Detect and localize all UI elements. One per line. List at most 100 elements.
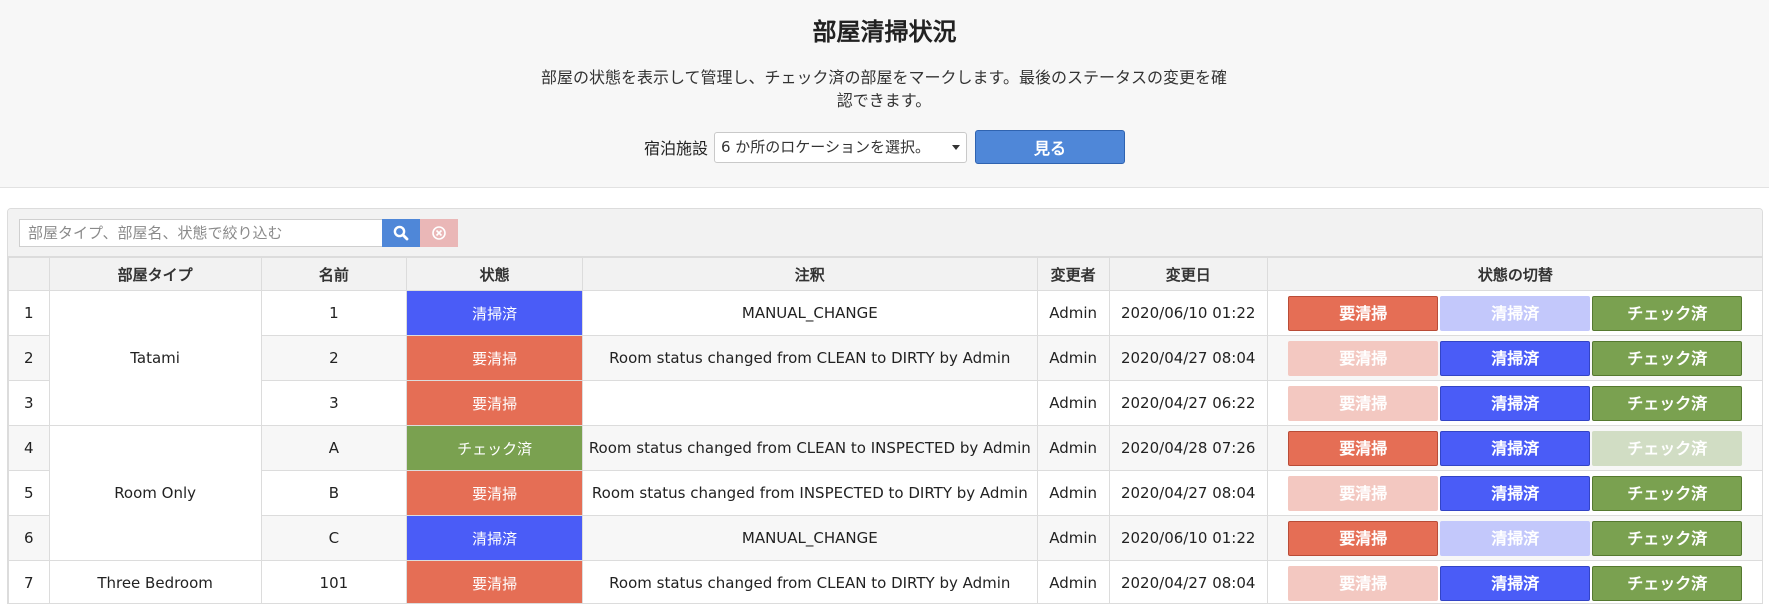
status-badge: 要清掃	[406, 380, 584, 426]
column-header-index	[8, 257, 50, 291]
changed-by-cell: Admin	[1036, 515, 1110, 561]
changed-date-cell: 2020/04/27 08:04	[1108, 560, 1268, 603]
set-dirty-button[interactable]: 要清掃	[1288, 520, 1439, 556]
set-clean-button[interactable]: 清掃済	[1440, 565, 1591, 601]
set-dirty-button[interactable]: 要清掃	[1288, 295, 1439, 331]
room-status-panel: 部屋タイプ 名前 状態 注釈 変更者 変更日 状態の切替 1Tatami1清掃済…	[7, 208, 1763, 604]
set-inspected-button[interactable]: チェック済	[1592, 295, 1743, 331]
table-toolbar	[8, 209, 1762, 257]
row-number: 7	[8, 560, 50, 603]
set-dirty-button[interactable]: 要清掃	[1288, 430, 1439, 466]
column-header-status-toggle: 状態の切替	[1266, 257, 1762, 291]
status-badge: 要清掃	[406, 470, 584, 516]
view-button[interactable]: 見る	[975, 130, 1125, 164]
column-header-changed-date[interactable]: 変更日	[1108, 257, 1268, 291]
changed-by-cell: Admin	[1036, 470, 1110, 516]
status-toggle-cell: 要清掃 清掃済 チェック済	[1266, 380, 1762, 426]
column-header-status[interactable]: 状態	[406, 257, 584, 291]
note-cell: Room status changed from CLEAN to INSPEC…	[582, 425, 1038, 471]
page-title: 部屋清掃状況	[812, 18, 957, 46]
room-name-cell: A	[260, 425, 408, 471]
clear-icon	[432, 226, 446, 240]
column-header-name[interactable]: 名前	[260, 257, 408, 291]
set-inspected-button: チェック済	[1592, 430, 1743, 466]
set-inspected-button[interactable]: チェック済	[1592, 385, 1743, 421]
changed-date-cell: 2020/04/27 06:22	[1108, 380, 1268, 426]
set-dirty-button: 要清掃	[1288, 385, 1439, 421]
row-number: 2	[8, 335, 50, 381]
room-type-cell: Tatami	[48, 290, 262, 426]
set-inspected-button[interactable]: チェック済	[1592, 565, 1743, 601]
room-status-table: 部屋タイプ 名前 状態 注釈 変更者 変更日 状態の切替 1 Tatami 1 清掃済…	[8, 257, 1762, 603]
room-type-cell: Room Only	[48, 425, 262, 561]
set-dirty-button: 要清掃	[1288, 475, 1439, 511]
room-name-cell: 3	[260, 380, 408, 426]
row-number: 4	[8, 425, 50, 471]
note-cell: MANUAL_CHANGE	[582, 290, 1038, 336]
set-dirty-button: 要清掃	[1288, 565, 1439, 601]
changed-date-cell: 2020/06/10 01:22	[1108, 290, 1268, 336]
status-badge: 清掃済	[406, 515, 584, 561]
search-input[interactable]	[19, 219, 382, 247]
clear-search-button[interactable]	[420, 219, 458, 247]
status-toggle-cell: 要清掃 清掃済 チェック済	[1266, 515, 1762, 561]
changed-date-cell: 2020/06/10 01:22	[1108, 515, 1268, 561]
room-name-cell: 1	[260, 290, 408, 336]
property-filter-label: 宿泊施設	[643, 139, 708, 158]
changed-by-cell: Admin	[1036, 290, 1110, 336]
note-cell: Room status changed from CLEAN to DIRTY …	[582, 560, 1038, 603]
table-row: 3 3 要清掃 Admin 2020/04/27 06:22 要清掃 清掃済 チェック済	[8, 380, 1762, 426]
room-name-cell: 2	[260, 335, 408, 381]
status-badge: 要清掃	[406, 560, 584, 603]
room-name-cell: C	[260, 515, 408, 561]
table-row: 7 Three Bedroom 101 要清掃 Room status changed …	[8, 560, 1762, 603]
set-clean-button[interactable]: 清掃済	[1440, 430, 1591, 466]
note-cell: Room status changed from CLEAN to DIRTY …	[582, 335, 1038, 381]
property-filter: 宿泊施設 6 か所のロケーションを選択。 見る	[0, 130, 1769, 164]
location-select[interactable]: 6 か所のロケーションを選択。	[714, 131, 967, 163]
set-dirty-button: 要清掃	[1288, 340, 1439, 376]
row-number: 3	[8, 380, 50, 426]
changed-by-cell: Admin	[1036, 335, 1110, 381]
changed-date-cell: 2020/04/28 07:26	[1108, 425, 1268, 471]
status-toggle-cell: 要清掃 清掃済 チェック済	[1266, 560, 1762, 603]
set-inspected-button[interactable]: チェック済	[1592, 520, 1743, 556]
table-body: 1 Tatami 1 清掃済 MANUAL_CHANGE Admin 2020/06/10 …	[8, 290, 1762, 603]
set-clean-button[interactable]: 清掃済	[1440, 340, 1591, 376]
column-header-room-type[interactable]: 部屋タイプ	[48, 257, 262, 291]
column-header-note[interactable]: 注釈	[582, 257, 1038, 291]
table-row: 2 2 要清掃 Room status changed from CLEAN to D…	[8, 335, 1762, 381]
table-row: 5 B 要清掃 Room status changed from INSPECTED …	[8, 470, 1762, 516]
column-header-changed-by[interactable]: 変更者	[1036, 257, 1110, 291]
changed-by-cell: Admin	[1036, 560, 1110, 603]
room-name-cell: 101	[260, 560, 408, 603]
location-select-value: 6 か所のロケーションを選択。	[721, 137, 931, 156]
room-type-cell: Three Bedroom	[48, 560, 262, 603]
status-badge: チェック済	[406, 425, 584, 471]
status-badge: 清掃済	[406, 290, 584, 336]
status-toggle-cell: 要清掃 清掃済 チェック済	[1266, 470, 1762, 516]
row-number: 6	[8, 515, 50, 561]
table-row: 1 Tatami 1 清掃済 MANUAL_CHANGE Admin 2020/06/10 …	[8, 290, 1762, 426]
set-clean-button[interactable]: 清掃済	[1440, 475, 1591, 511]
table-header-row: 部屋タイプ 名前 状態 注釈 変更者 変更日 状態の切替	[8, 257, 1762, 291]
changed-date-cell: 2020/04/27 08:04	[1108, 470, 1268, 516]
note-cell: MANUAL_CHANGE	[582, 515, 1038, 561]
changed-by-cell: Admin	[1036, 380, 1110, 426]
set-clean-button[interactable]: 清掃済	[1440, 385, 1591, 421]
note-cell	[582, 380, 1038, 426]
set-clean-button: 清掃済	[1440, 295, 1591, 331]
table-row: 4 Room Only A チェック済 Room status changed from…	[8, 425, 1762, 561]
page-description: 部屋の状態を表示して管理し、チェック済の部屋をマークします。最後のステータスの変…	[541, 68, 1227, 110]
status-toggle-cell: 要清掃 清掃済 チェック済	[1266, 425, 1762, 471]
status-toggle-cell: 要清掃 清掃済 チェック済	[1266, 335, 1762, 381]
status-toggle-cell: 要清掃 清掃済 チェック済	[1266, 290, 1762, 336]
search-button[interactable]	[382, 219, 420, 247]
table-row: 6 C 清掃済 MANUAL_CHANGE Admin 2020/06/10 01:22 要…	[8, 515, 1762, 561]
set-inspected-button[interactable]: チェック済	[1592, 475, 1743, 511]
room-name-cell: B	[260, 470, 408, 516]
set-inspected-button[interactable]: チェック済	[1592, 340, 1743, 376]
set-clean-button: 清掃済	[1440, 520, 1591, 556]
status-badge: 要清掃	[406, 335, 584, 381]
row-number: 5	[8, 470, 50, 516]
